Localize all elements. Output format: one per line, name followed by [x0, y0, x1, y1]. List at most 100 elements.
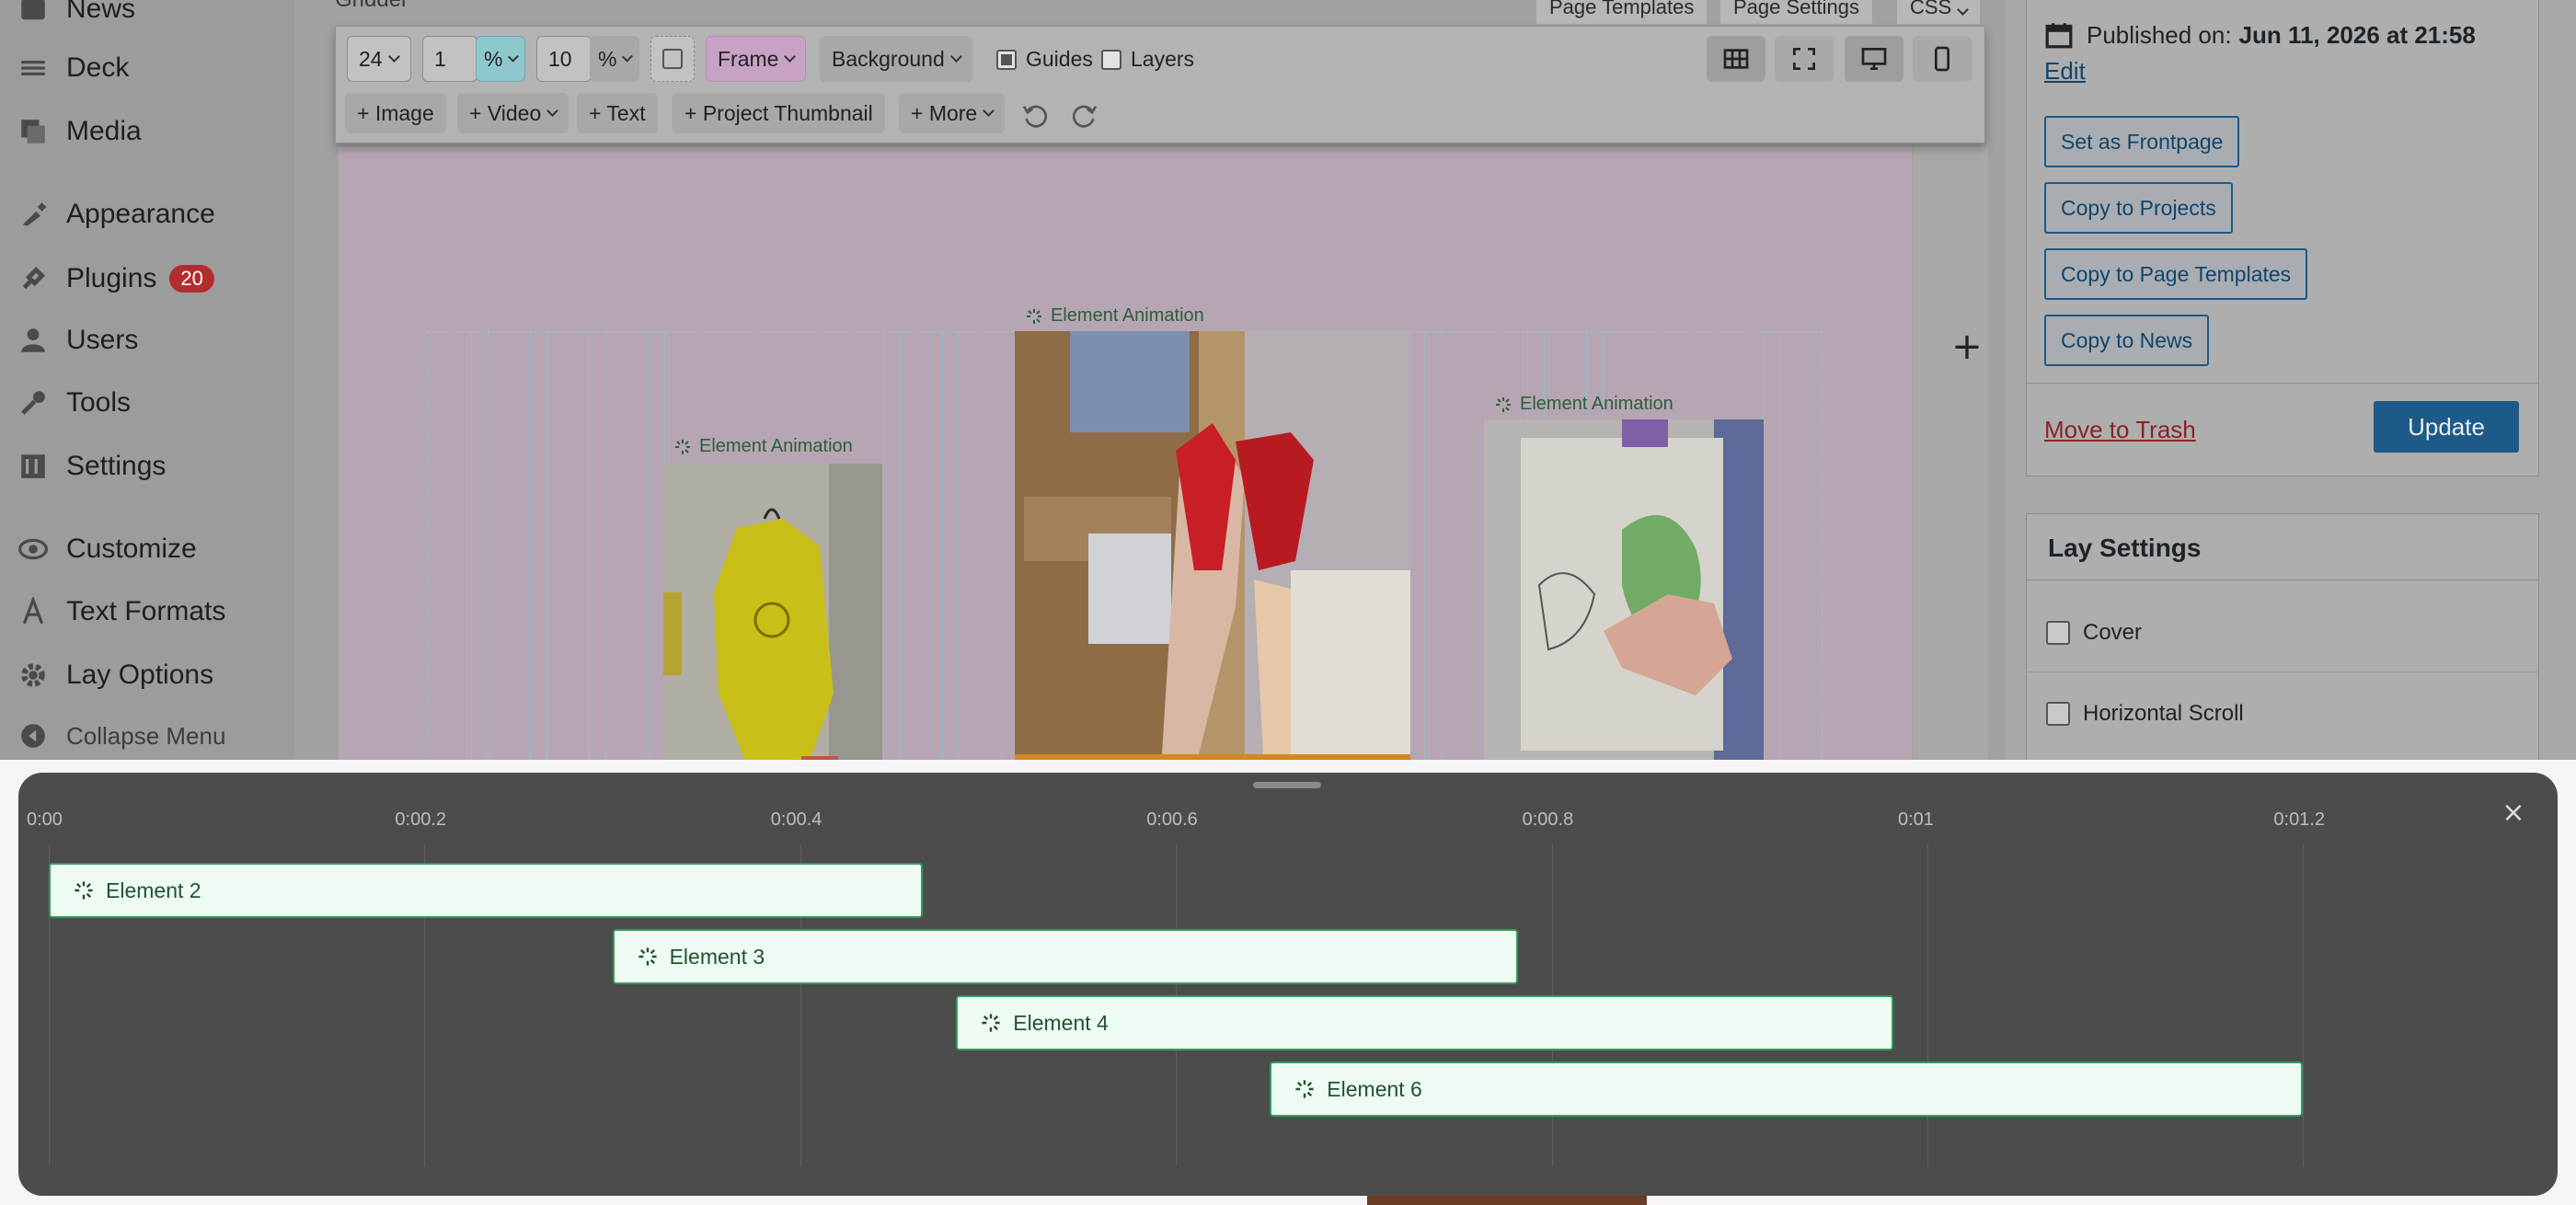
- add-video-button[interactable]: + Video: [457, 93, 569, 133]
- columns-select[interactable]: 24: [347, 36, 411, 82]
- timeline-drag-handle[interactable]: [1253, 782, 1321, 788]
- update-button[interactable]: Update: [2374, 401, 2519, 453]
- sidebar-item-label: News: [66, 0, 136, 24]
- sparkle-icon: [982, 1014, 1000, 1032]
- sidebar-item-label: Tools: [66, 387, 132, 418]
- published-prefix: Published on:: [2087, 20, 2232, 49]
- frame-toggle-button[interactable]: [650, 36, 695, 82]
- sidebar-item-label: Customize: [66, 534, 197, 564]
- mobile-view-button[interactable]: [1913, 36, 1972, 82]
- timeline-close-button[interactable]: ×: [2501, 799, 2526, 827]
- add-more-button[interactable]: + More: [899, 93, 1006, 133]
- timeline-tick-label: 0:01.2: [2273, 809, 2325, 830]
- sparkle-icon: [75, 881, 93, 900]
- sidebar-item-appearance[interactable]: Appearance: [0, 189, 294, 240]
- add-project-thumbnail-button[interactable]: + Project Thumbnail: [673, 93, 885, 133]
- timeline-element-bar[interactable]: Element 2: [49, 863, 923, 918]
- chevron-down-icon: [508, 51, 520, 62]
- sparkle-icon: [1496, 396, 1511, 412]
- set-as-frontpage-button[interactable]: Set as Frontpage: [2044, 116, 2240, 167]
- sidebar-item-media[interactable]: Media: [0, 106, 294, 157]
- add-row-button[interactable]: +: [1949, 328, 1984, 365]
- sidebar-item-plugins[interactable]: Plugins 20: [0, 253, 294, 304]
- tab-css[interactable]: CSS: [1897, 0, 1981, 24]
- cover-option[interactable]: Cover: [2046, 620, 2142, 646]
- chevron-down-icon: [546, 104, 559, 117]
- chevron-down-icon: [1957, 4, 1970, 16]
- collapse-menu-button[interactable]: Collapse Menu: [0, 710, 294, 762]
- layers-toggle[interactable]: Layers: [1101, 47, 1194, 72]
- timeline-element-bar[interactable]: Element 3: [612, 929, 1518, 984]
- undo-button[interactable]: [1020, 100, 1050, 130]
- column-guide: [900, 331, 901, 773]
- fullscreen-button[interactable]: [1775, 36, 1834, 82]
- photo-red-boots[interactable]: [1015, 331, 1410, 773]
- copy-to-news-button[interactable]: Copy to News: [2044, 315, 2210, 366]
- column-guide: [959, 331, 960, 773]
- timeline-element-bar[interactable]: Element 4: [956, 995, 1894, 1050]
- sidebar-item-users[interactable]: Users: [0, 315, 294, 366]
- guides-checkbox[interactable]: [996, 49, 1017, 70]
- column-guide: [883, 331, 884, 773]
- frame-dropdown[interactable]: Frame: [706, 36, 807, 82]
- gutter-unit: %: [484, 46, 503, 71]
- timeline-tick-label: 0:00.6: [1146, 809, 1198, 830]
- sidebar-item-settings[interactable]: Settings: [0, 441, 294, 492]
- frame-value: 10: [548, 46, 572, 71]
- edit-date-link[interactable]: Edit: [2044, 57, 2086, 86]
- column-guide: [942, 331, 943, 773]
- sparkle-icon: [675, 439, 690, 454]
- guides-toggle[interactable]: Guides: [996, 47, 1093, 72]
- sidebar-item-tools[interactable]: Tools: [0, 377, 294, 429]
- timeline-element-bar[interactable]: Element 6: [1270, 1062, 2304, 1117]
- sidebar-item-label: Lay Options: [66, 660, 214, 690]
- timeline-tick-label: 0:00.8: [1522, 809, 1574, 830]
- desktop-icon: [1861, 47, 1887, 70]
- move-to-trash-link[interactable]: Move to Trash: [2044, 416, 2196, 444]
- chevron-down-icon: [622, 51, 634, 62]
- sidebar-item-customize[interactable]: Customize: [0, 523, 294, 575]
- sparkle-icon: [1027, 308, 1041, 324]
- horizontal-scroll-option[interactable]: Horizontal Scroll: [2046, 701, 2244, 727]
- timeline-tick-line: [2303, 844, 2305, 1166]
- lay-settings-title: Lay Settings: [2048, 534, 2202, 562]
- sidebar-item-news[interactable]: News: [0, 0, 294, 35]
- desktop-view-button[interactable]: [1845, 36, 1903, 82]
- add-text-button[interactable]: + Text: [577, 93, 658, 133]
- sidebar-item-lay-options[interactable]: Lay Options: [0, 649, 294, 701]
- tab-page-settings[interactable]: Page Settings: [1720, 0, 1872, 24]
- redo-button[interactable]: [1070, 100, 1099, 130]
- grid-view-icon: [1723, 49, 1749, 69]
- tab-page-templates[interactable]: Page Templates: [1536, 0, 1708, 24]
- frame-square-icon: [662, 49, 683, 69]
- add-image-button[interactable]: + Image: [345, 93, 446, 133]
- gutter-input[interactable]: 1: [422, 36, 477, 82]
- red-boots-image: [1015, 331, 1410, 773]
- sidebar-item-text-formats[interactable]: Text Formats: [0, 586, 294, 637]
- timeline-element-label: Element 3: [669, 944, 765, 969]
- copy-to-page-templates-button[interactable]: Copy to Page Templates: [2044, 248, 2308, 300]
- layers-checkbox[interactable]: [1101, 49, 1121, 70]
- customize-icon: [17, 533, 50, 566]
- sidebar-item-label: Media: [66, 116, 142, 146]
- column-guide: [530, 331, 531, 773]
- element-animation-label: Element Animation: [673, 436, 853, 457]
- copy-to-projects-button[interactable]: Copy to Projects: [2044, 182, 2233, 234]
- frame-unit-select[interactable]: %: [590, 36, 639, 82]
- sidebar-item-deck[interactable]: Deck: [0, 42, 294, 94]
- deck-icon: [17, 52, 50, 85]
- fullscreen-icon: [1793, 48, 1815, 70]
- cover-checkbox[interactable]: [2046, 621, 2070, 645]
- photo-hand-drawing[interactable]: [1484, 419, 1764, 773]
- guides-label: Guides: [1026, 47, 1093, 71]
- photo-yellow-raincoat[interactable]: [663, 464, 882, 773]
- frame-input[interactable]: 10: [536, 36, 592, 82]
- background-dropdown[interactable]: Background: [820, 36, 972, 82]
- timeline-element-label: Element 2: [106, 878, 201, 902]
- grid-view-button[interactable]: [1707, 36, 1765, 82]
- horizontal-scroll-checkbox[interactable]: [2046, 702, 2070, 726]
- gutter-unit-select[interactable]: %: [476, 36, 525, 82]
- plugins-update-badge: 20: [169, 265, 214, 293]
- add-thumbnail-label: + Project Thumbnail: [684, 100, 873, 125]
- chevron-down-icon: [949, 50, 962, 63]
